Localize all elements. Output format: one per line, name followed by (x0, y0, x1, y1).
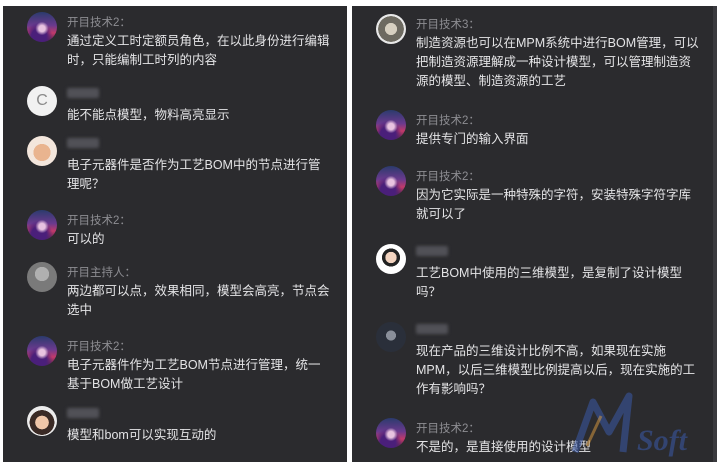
message-text: 模型和bom可以实现互动的 (67, 428, 217, 442)
message-text: 工艺BOM中使用的三维模型，是复制了设计模型吗？ (416, 266, 682, 299)
host-avatar[interactable] (376, 418, 406, 448)
message-text: 电子元器件是否作为工艺BOM中的节点进行管理呢？ (67, 158, 321, 191)
square-avatar[interactable] (376, 14, 406, 44)
sender-name-redacted (416, 324, 448, 337)
sender-name: 开目技术2： (416, 115, 480, 127)
message-text: 现在产品的三维设计比例不高，如果现在实施MPM，以后三维模型比例提高以后，现在实… (416, 344, 696, 396)
redacted-name (67, 138, 99, 148)
sender-name: 开目技术2： (416, 171, 480, 183)
sender-name-redacted (67, 138, 99, 151)
sender-name: 开目技术3： (416, 19, 480, 31)
host-avatar[interactable] (27, 336, 57, 366)
sender-name: 开目技术2： (67, 17, 131, 29)
redacted-name (416, 246, 448, 256)
host-avatar[interactable] (27, 210, 57, 240)
message-text: 可以的 (67, 232, 105, 246)
sender-name: 开目主持人： (67, 267, 136, 279)
message-text: 制造资源也可以在MPM系统中进行BOM管理，可以把制造资源理解成一种设计模型，可… (416, 36, 699, 88)
message-text: 因为它实际是一种特殊的字符，安装特殊字符字库就可以了 (416, 188, 692, 221)
presenter-avatar[interactable] (27, 262, 57, 292)
host-avatar[interactable] (27, 12, 57, 42)
message-text: 能不能点模型，物料高亮显示 (67, 108, 230, 122)
sender-name: 开目技术2： (67, 215, 131, 227)
sender-name: 开目技术2： (67, 341, 131, 353)
host-avatar[interactable] (376, 110, 406, 140)
sender-name-redacted (67, 408, 99, 421)
girl-avatar[interactable] (27, 406, 57, 436)
message-text: 两边都可以点，效果相同，模型会高亮，节点会选中 (67, 284, 330, 317)
host-avatar[interactable] (376, 166, 406, 196)
message-text: 通过定义工时定额员角色，在以此身份进行编辑时，只能编制工时列的内容 (67, 34, 330, 67)
letter-c-avatar[interactable]: C (27, 86, 57, 116)
chat-panel-right: 开目技术3： 制造资源也可以在MPM系统中进行BOM管理，可以把制造资源理解成一… (352, 6, 717, 462)
dark-avatar[interactable] (376, 322, 406, 352)
chat-panel-left: 开目技术2： 通过定义工时定额员角色，在以此身份进行编辑时，只能编制工时列的内容… (3, 6, 347, 462)
message-text: 提供专门的输入界面 (416, 132, 529, 146)
sender-name-redacted (67, 88, 99, 101)
man-avatar[interactable] (376, 244, 406, 274)
message-text: 电子元器件作为工艺BOM节点进行管理，统一基于BOM做工艺设计 (67, 358, 321, 391)
sender-name-redacted (416, 246, 448, 259)
redacted-name (67, 408, 99, 418)
message-text: 不是的，是直接使用的设计模型 (416, 440, 592, 454)
sender-name: 开目技术2： (416, 423, 480, 435)
redacted-name (67, 88, 99, 98)
scrollbar[interactable] (713, 6, 717, 462)
redacted-name (416, 324, 448, 334)
baby-avatar[interactable] (27, 136, 57, 166)
